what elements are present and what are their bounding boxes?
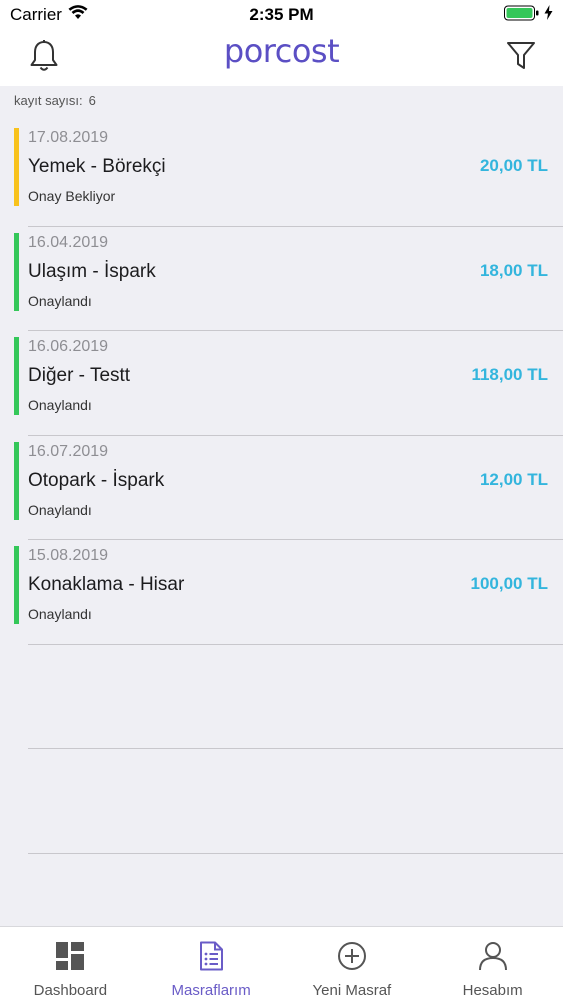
empty-row <box>0 645 563 749</box>
expense-row[interactable]: 15.08.2019 Konaklama - Hisar Onaylandı 1… <box>0 540 563 645</box>
expense-title: Diğer - Testt <box>28 365 131 386</box>
expense-status: Onaylandı <box>28 397 92 413</box>
expenses-content: kayıt sayısı: 6 17.08.2019 Yemek - Börekç… <box>0 86 563 926</box>
expense-row[interactable]: 16.06.2019 Diğer - Testt Onaylandı 118,0… <box>0 331 563 436</box>
expense-row[interactable]: 16.07.2019 Otopark - İspark Onaylandı 12… <box>0 436 563 540</box>
tab-expenses[interactable]: Masraflarım <box>141 927 282 1000</box>
expense-title: Ulaşım - İspark <box>28 260 156 282</box>
status-battery-group <box>504 5 553 26</box>
filter-button[interactable] <box>501 38 541 78</box>
bell-icon <box>28 39 60 78</box>
status-indicator-bar <box>14 128 19 206</box>
expense-date: 16.04.2019 <box>28 233 109 251</box>
expense-amount: 118,00 TL <box>471 365 548 384</box>
expense-amount: 100,00 TL <box>470 574 549 593</box>
expense-title: Konaklama - Hisar <box>28 574 185 595</box>
status-indicator-bar <box>14 441 19 520</box>
expense-amount: 20,00 TL <box>479 156 548 175</box>
empty-row <box>0 749 563 854</box>
tab-expenses-label: Masraflarım <box>171 982 251 999</box>
carrier-label: Carrier <box>10 5 62 24</box>
dashboard-icon <box>55 941 85 976</box>
wifi-icon <box>68 5 88 25</box>
tab-bar: Dashboard Masraflarım Yeni Masraf Hesabı… <box>0 926 563 1000</box>
add-circle-icon <box>337 941 367 976</box>
record-count-value: 6 <box>88 93 96 108</box>
expense-status: Onaylandı <box>28 501 92 518</box>
expenses-list-icon <box>198 941 224 976</box>
filter-icon <box>506 40 536 77</box>
expense-date: 16.06.2019 <box>28 338 109 355</box>
tab-account[interactable]: Hesabım <box>422 927 563 1000</box>
record-count-label: kayıt sayısı: <box>14 93 83 108</box>
expense-status: Onaylandı <box>28 292 92 309</box>
status-indicator-bar <box>14 546 19 624</box>
expense-status: Onay Bekliyor <box>28 188 116 204</box>
row-divider <box>28 852 563 854</box>
tab-account-label: Hesabım <box>462 982 523 999</box>
tab-new-expense-label: Yeni Masraf <box>312 982 392 999</box>
status-indicator-bar <box>14 337 19 415</box>
status-indicator-bar <box>14 232 19 311</box>
expense-row[interactable]: 16.04.2019 Ulaşım - İspark Onaylandı 18,… <box>0 227 563 331</box>
expense-row[interactable]: 17.08.2019 Yemek - Börekçi Onay Bekliyor… <box>0 122 563 227</box>
charging-icon <box>544 5 553 25</box>
tab-dashboard[interactable]: Dashboard <box>0 927 141 1000</box>
expense-date: 15.08.2019 <box>28 547 109 564</box>
expense-title: Otopark - İspark <box>28 469 165 491</box>
status-carrier-group: Carrier <box>10 5 88 25</box>
notifications-button[interactable] <box>24 38 64 78</box>
expense-date: 17.08.2019 <box>28 129 109 146</box>
tab-dashboard-label: Dashboard <box>33 982 108 999</box>
expense-list: 17.08.2019 Yemek - Börekçi Onay Bekliyor… <box>0 122 563 854</box>
expense-status: Onaylandı <box>28 606 92 622</box>
tab-new-expense[interactable]: Yeni Masraf <box>282 927 423 1000</box>
app-logo: porcost <box>223 32 340 70</box>
account-icon <box>478 941 508 976</box>
navigation-bar: porcost <box>0 30 563 86</box>
record-count: kayıt sayısı: 6 <box>14 93 96 108</box>
expense-date: 16.07.2019 <box>28 442 109 460</box>
battery-icon <box>504 5 540 26</box>
status-bar: Carrier 2:35 PM <box>0 0 563 30</box>
expense-title: Yemek - Börekçi <box>28 156 166 177</box>
expense-amount: 18,00 TL <box>479 260 548 280</box>
expense-amount: 12,00 TL <box>479 469 548 489</box>
